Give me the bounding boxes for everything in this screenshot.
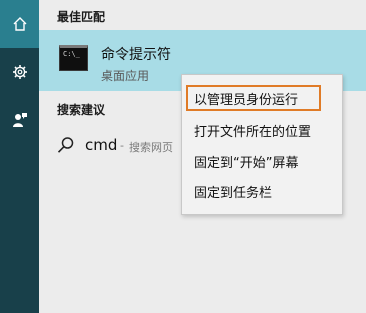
suggestion-hint: 搜索网页 [129,141,173,154]
suggestion-query: cmd [85,136,118,154]
menu-item-pin-to-taskbar[interactable]: 固定到任务栏 [194,182,272,201]
home-icon [12,16,28,32]
command-prompt-icon: C:\_ [59,45,88,71]
settings-button[interactable] [0,48,39,96]
suggestion-separator: - [120,139,124,152]
menu-item-open-file-location[interactable]: 打开文件所在的位置 [194,121,311,140]
best-match-title: 命令提示符 [101,47,171,63]
feedback-button[interactable] [0,96,39,144]
left-rail [0,0,39,313]
gear-icon [12,64,28,80]
menu-item-pin-to-start[interactable]: 固定到“开始”屏幕 [194,152,298,171]
best-match-subtitle: 桌面应用 [101,69,150,83]
user-feedback-icon [12,112,28,128]
home-button[interactable] [0,0,39,48]
menu-item-run-as-admin[interactable]: 以管理员身份运行 [194,89,298,108]
command-prompt-icon-text: C:\_ [63,50,80,58]
search-suggestions-header: 搜索建议 [57,103,106,117]
best-match-header: 最佳匹配 [57,10,106,24]
search-icon [57,136,75,158]
context-menu: 以管理员身份运行 打开文件所在的位置 固定到“开始”屏幕 固定到任务栏 [181,74,343,215]
